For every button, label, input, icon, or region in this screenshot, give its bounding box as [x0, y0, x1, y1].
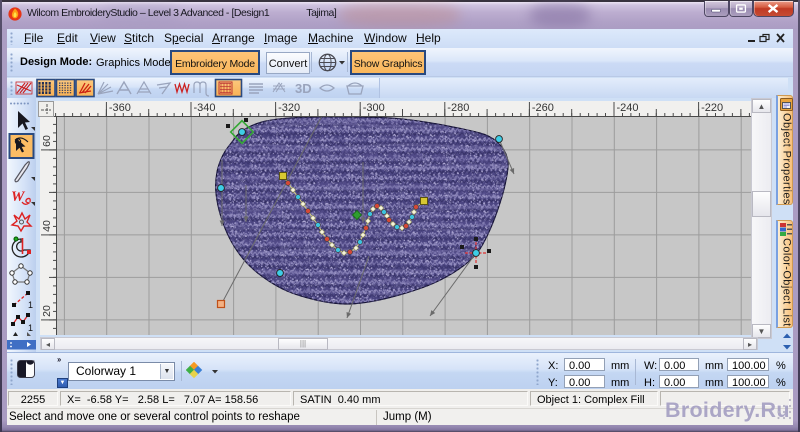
svg-text:-240: -240	[617, 102, 639, 114]
svg-text:-260: -260	[532, 102, 554, 114]
svg-text:-300: -300	[363, 102, 385, 114]
svg-text:W: W	[11, 189, 26, 205]
svg-text:40: 40	[41, 220, 53, 232]
svg-text:1: 1	[28, 323, 33, 333]
svg-text:20: 20	[41, 305, 53, 317]
svg-text:3D: 3D	[295, 81, 312, 96]
svg-text:-360: -360	[109, 102, 131, 114]
svg-text:-280: -280	[447, 102, 469, 114]
svg-text:-340: -340	[194, 102, 216, 114]
svg-text:1: 1	[28, 300, 33, 310]
svg-text:-220: -220	[701, 102, 723, 114]
svg-text:-320: -320	[278, 102, 300, 114]
svg-text:60: 60	[41, 135, 53, 147]
